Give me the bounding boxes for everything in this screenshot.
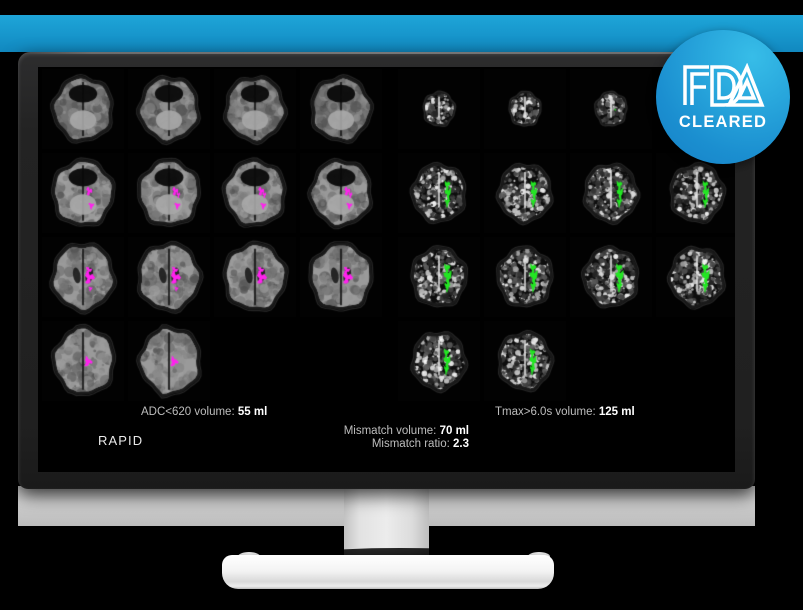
diffusion-image-panel[interactable] [38, 67, 390, 407]
brain-slice-tile[interactable] [570, 237, 652, 317]
slice-row [398, 153, 735, 233]
brain-slice-image [484, 153, 566, 233]
mismatch-ratio-readout: Mismatch ratio: 2.3 [329, 438, 469, 450]
monitor-bezel: ADC<620 volume: 55 ml Tmax>6.0s volume: … [18, 52, 755, 489]
brain-slice-image [214, 69, 296, 149]
brain-slice-image [128, 321, 210, 401]
brain-slice-image [484, 237, 566, 317]
slice-row [42, 237, 386, 317]
slice-row [398, 69, 656, 149]
brain-slice-tile[interactable] [214, 153, 296, 233]
brain-slice-tile[interactable] [300, 237, 382, 317]
brain-slice-tile[interactable] [214, 237, 296, 317]
brain-slice-image [656, 153, 735, 233]
brain-slice-tile[interactable] [300, 69, 382, 149]
brain-slice-tile[interactable] [398, 237, 480, 317]
mismatch-ratio-value: 2.3 [453, 438, 469, 450]
fda-cleared-label: CLEARED [678, 112, 768, 131]
rapid-viewer-screen[interactable]: ADC<620 volume: 55 ml Tmax>6.0s volume: … [38, 67, 735, 472]
brain-slice-image [42, 237, 124, 317]
brain-slice-image [128, 237, 210, 317]
brain-slice-image [128, 153, 210, 233]
brain-slice-image [300, 237, 382, 317]
brain-slice-tile[interactable] [484, 237, 566, 317]
monitor-base [222, 555, 554, 589]
brain-slice-tile[interactable] [128, 69, 210, 149]
tmax-volume-label: Tmax>6.0s volume: [495, 406, 596, 418]
bezel-highlight [18, 52, 755, 54]
brain-slice-image [42, 321, 124, 401]
brain-slice-image [398, 321, 480, 401]
brain-slice-tile[interactable] [398, 69, 480, 149]
brain-slice-image [398, 69, 480, 149]
brain-slice-tile[interactable] [570, 153, 652, 233]
brain-slice-tile[interactable] [42, 153, 124, 233]
brain-slice-tile[interactable] [398, 153, 480, 233]
brain-slice-image [484, 321, 566, 401]
tmax-volume-readout: Tmax>6.0s volume: 125 ml [495, 406, 635, 418]
brain-slice-image [570, 237, 652, 317]
brain-slice-tile[interactable] [128, 321, 210, 401]
brain-slice-tile[interactable] [128, 237, 210, 317]
brain-slice-image [214, 237, 296, 317]
adc-volume-value: 55 ml [237, 406, 268, 418]
mismatch-ratio-label: Mismatch ratio: [371, 438, 450, 450]
brain-slice-tile[interactable] [214, 69, 296, 149]
brain-slice-tile[interactable] [484, 321, 566, 401]
mismatch-volume-value: 70 ml [439, 425, 469, 437]
slice-row [398, 237, 735, 317]
brain-slice-image [300, 69, 382, 149]
slice-row [42, 153, 386, 233]
brain-slice-tile[interactable] [656, 237, 735, 317]
brain-slice-tile[interactable] [42, 321, 124, 401]
brain-slice-image [128, 69, 210, 149]
brain-slice-tile[interactable] [300, 153, 382, 233]
mismatch-volume-label: Mismatch volume: [343, 425, 437, 437]
brain-slice-image [300, 153, 382, 233]
brain-slice-tile[interactable] [484, 153, 566, 233]
screenshot-stage: ADC<620 volume: 55 ml Tmax>6.0s volume: … [0, 0, 803, 610]
brain-slice-image [42, 69, 124, 149]
brain-slice-image [42, 153, 124, 233]
brain-slice-tile[interactable] [484, 69, 566, 149]
fda-cleared-badge: CLEARED [656, 30, 790, 164]
slice-row [42, 321, 214, 401]
brain-slice-image [484, 69, 566, 149]
slice-row [42, 69, 386, 149]
slice-row [398, 321, 570, 401]
brain-slice-tile[interactable] [42, 69, 124, 149]
brain-slice-image [570, 69, 652, 149]
rapid-product-logo: RAPID [98, 433, 144, 448]
brain-slice-image [214, 153, 296, 233]
brain-slice-tile[interactable] [570, 69, 652, 149]
brain-slice-tile[interactable] [128, 153, 210, 233]
brain-slice-image [398, 153, 480, 233]
mismatch-volume-readout: Mismatch volume: 70 ml [329, 425, 469, 437]
brain-slice-image [656, 237, 735, 317]
adc-volume-label: ADC<620 volume: [141, 406, 235, 418]
brain-slice-tile[interactable] [42, 237, 124, 317]
brain-slice-tile[interactable] [656, 153, 735, 233]
adc-volume-readout: ADC<620 volume: 55 ml [141, 406, 267, 418]
fda-logo-icon [683, 62, 765, 107]
tmax-volume-value: 125 ml [598, 406, 635, 418]
brain-slice-tile[interactable] [398, 321, 480, 401]
brain-slice-image [398, 237, 480, 317]
brain-slice-image [570, 153, 652, 233]
